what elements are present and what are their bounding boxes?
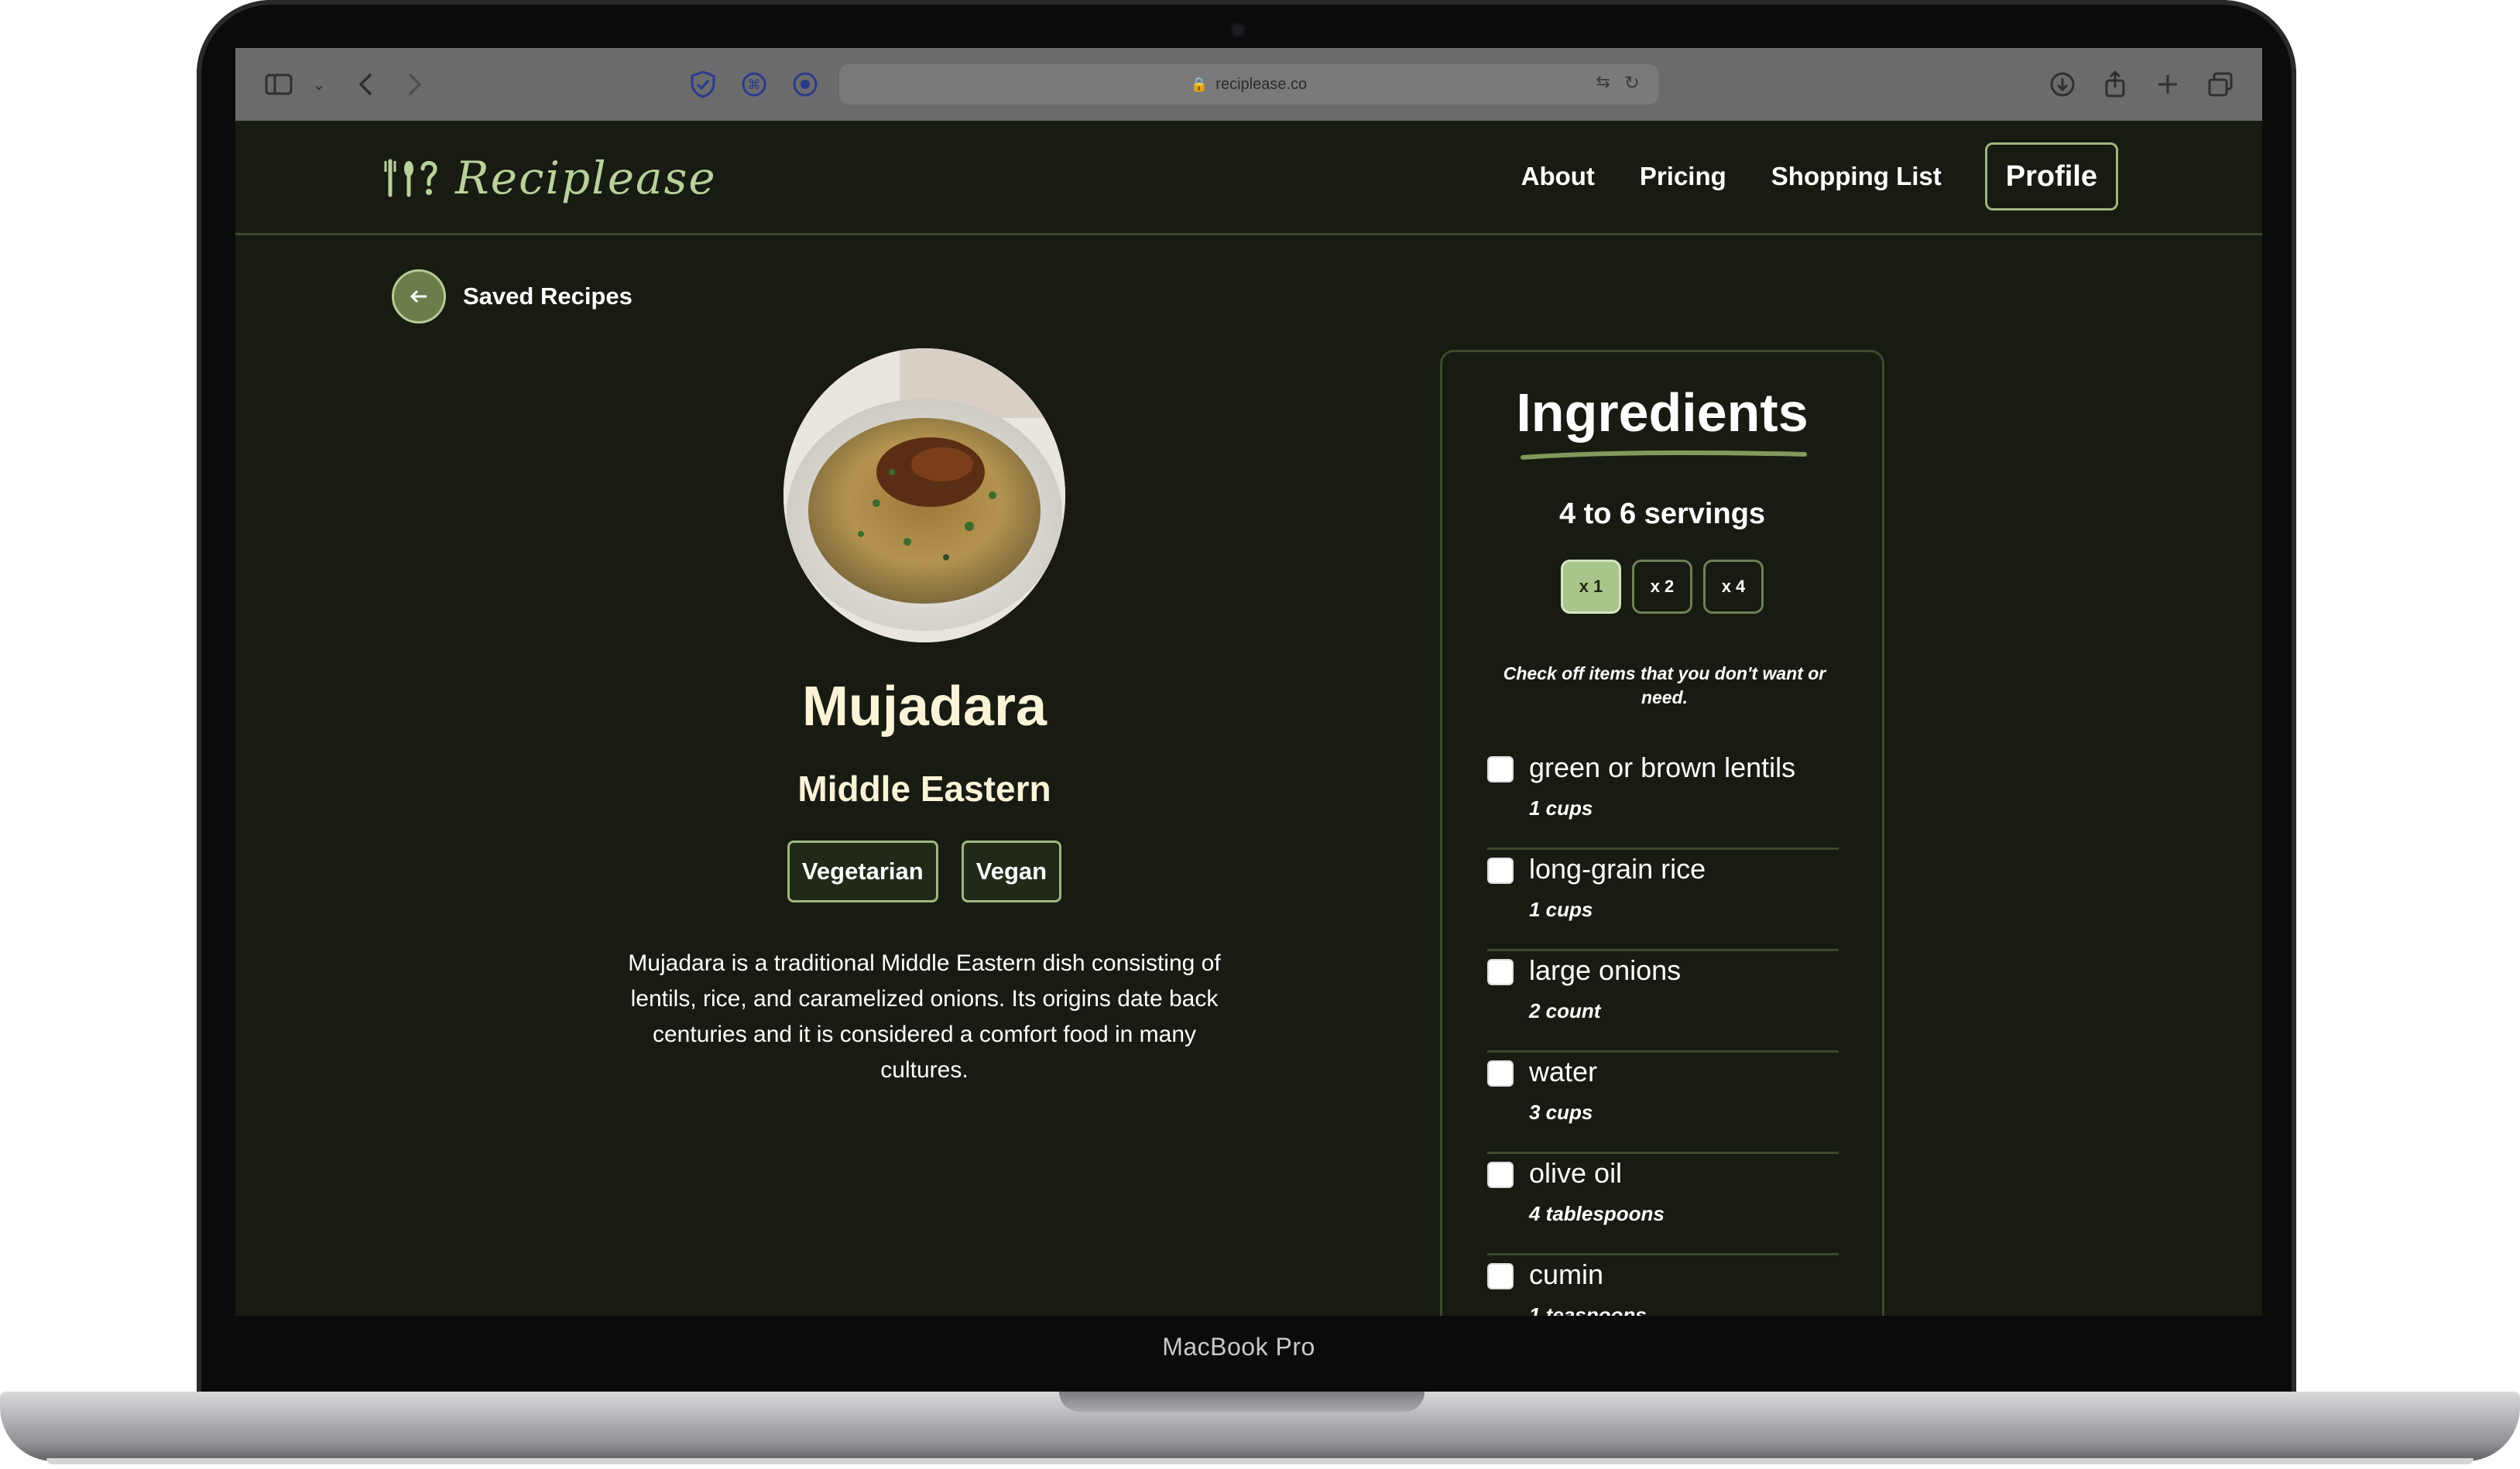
- multiplier-x1-button[interactable]: x 1: [1561, 560, 1621, 614]
- ingredient-name: green or brown lentils: [1529, 752, 1796, 783]
- ingredient-name: olive oil: [1529, 1157, 1623, 1189]
- sidebar-toggle-icon[interactable]: [263, 67, 294, 102]
- recipe-title: Mujadara: [801, 676, 1047, 738]
- laptop-shadow: [46, 1458, 2474, 1464]
- nav-pricing[interactable]: Pricing: [1640, 162, 1726, 191]
- device-label: MacBook Pro: [1162, 1333, 1315, 1361]
- back-label: Saved Recipes: [463, 282, 633, 310]
- servings-text: 4 to 6 servings: [1558, 498, 1766, 530]
- ingredient-quantity: 2 count: [1529, 999, 1601, 1022]
- shield-icon[interactable]: [687, 67, 718, 102]
- ingredient-list: green or brown lentils 1 cups long-grain…: [1487, 748, 1839, 1316]
- ingredient-item: olive oil 4 tablespoons: [1487, 1154, 1839, 1255]
- chevron-down-icon[interactable]: ⌄: [310, 67, 328, 102]
- ingredients-title: Ingredients: [1516, 382, 1809, 443]
- extension-icon[interactable]: ⌘: [739, 67, 770, 102]
- ingredient-checkbox[interactable]: [1487, 959, 1514, 985]
- ingredient-quantity: 3 cups: [1529, 1101, 1593, 1124]
- reload-icon[interactable]: ↻: [1624, 72, 1640, 94]
- multiplier-x2-button[interactable]: x 2: [1632, 560, 1692, 614]
- site-logo[interactable]: Reciplease: [382, 152, 717, 204]
- url-text: reciplease.co: [1215, 75, 1308, 93]
- nav-about[interactable]: About: [1521, 162, 1595, 191]
- nav-shopping-list[interactable]: Shopping List: [1771, 162, 1942, 191]
- back-arrow-icon[interactable]: [351, 67, 379, 102]
- screen: ⌄ ⌘ 🔒 reciplease.co ⇆ ↻ Reciplease About…: [235, 48, 2262, 1316]
- laptop-notch: [1059, 1392, 1425, 1412]
- ingredient-quantity: 4 tablespoons: [1529, 1202, 1665, 1225]
- ingredient-checkbox[interactable]: [1487, 756, 1514, 782]
- tabs-overview-icon[interactable]: [2205, 67, 2236, 102]
- ingredient-checkbox[interactable]: [1487, 858, 1514, 884]
- ingredient-name: large onions: [1529, 954, 1682, 986]
- profile-button[interactable]: Profile: [1984, 142, 2118, 211]
- site-header: Reciplease About Pricing Shopping List P…: [235, 121, 2262, 235]
- svg-text:⌘: ⌘: [748, 77, 761, 93]
- ingredient-checkbox[interactable]: [1487, 1263, 1514, 1289]
- camera-icon: [1233, 25, 1243, 36]
- arrow-left-icon: [410, 289, 427, 303]
- back-link[interactable]: Saved Recipes: [392, 269, 633, 324]
- browser-toolbar: ⌄ ⌘ 🔒 reciplease.co ⇆ ↻: [235, 48, 2262, 121]
- serving-multipliers: x 1 x 2 x 4: [1442, 560, 1882, 614]
- lock-icon: 🔒: [1190, 76, 1209, 92]
- new-tab-icon[interactable]: [2152, 67, 2183, 102]
- ingredient-item: cumin 1 teaspoons: [1487, 1255, 1839, 1316]
- ingredient-name: long-grain rice: [1529, 853, 1706, 885]
- translate-icon[interactable]: ⇆: [1596, 72, 1610, 94]
- ingredient-quantity: 1 cups: [1529, 796, 1593, 820]
- ingredient-quantity: 1 teaspoons: [1529, 1303, 1647, 1316]
- multiplier-x4-button[interactable]: x 4: [1703, 560, 1764, 614]
- tag-vegetarian[interactable]: Vegetarian: [787, 841, 938, 902]
- address-bar[interactable]: 🔒 reciplease.co ⇆ ↻: [839, 64, 1658, 104]
- ingredient-quantity: 1 cups: [1529, 898, 1593, 921]
- back-arrow-button[interactable]: [392, 269, 446, 324]
- recipe-cuisine: Middle Eastern: [797, 769, 1051, 809]
- download-icon[interactable]: [2047, 67, 2078, 102]
- refresh-extension-icon[interactable]: [790, 67, 821, 102]
- recipe-tags: Vegetarian Vegan: [692, 841, 1157, 902]
- ingredient-name: cumin: [1529, 1258, 1604, 1290]
- ingredient-checkbox[interactable]: [1487, 1060, 1514, 1087]
- recipe-description: Mujadara is a traditional Middle Eastern…: [628, 950, 1221, 1083]
- ingredient-item: green or brown lentils 1 cups: [1487, 748, 1839, 850]
- recipe-photo: [783, 348, 1065, 642]
- ingredient-name: water: [1529, 1056, 1598, 1087]
- forward-arrow-icon[interactable]: [401, 67, 429, 102]
- ingredient-item: water 3 cups: [1487, 1053, 1839, 1154]
- ingredient-item: large onions 2 count: [1487, 951, 1839, 1053]
- logo-text: Reciplease: [455, 152, 717, 204]
- ingredients-hint: Check off items that you don't want or n…: [1503, 663, 1826, 707]
- ingredient-item: long-grain rice 1 cups: [1487, 850, 1839, 951]
- tag-vegan[interactable]: Vegan: [961, 841, 1062, 902]
- main-nav: About Pricing Shopping List Profile: [1476, 142, 2118, 211]
- ingredient-checkbox[interactable]: [1487, 1162, 1514, 1188]
- title-underline: [1521, 450, 1807, 460]
- share-icon[interactable]: [2100, 67, 2131, 102]
- ingredients-card: Ingredients 4 to 6 servings x 1 x 2 x 4 …: [1440, 350, 1884, 1316]
- utensils-icon: [384, 159, 437, 197]
